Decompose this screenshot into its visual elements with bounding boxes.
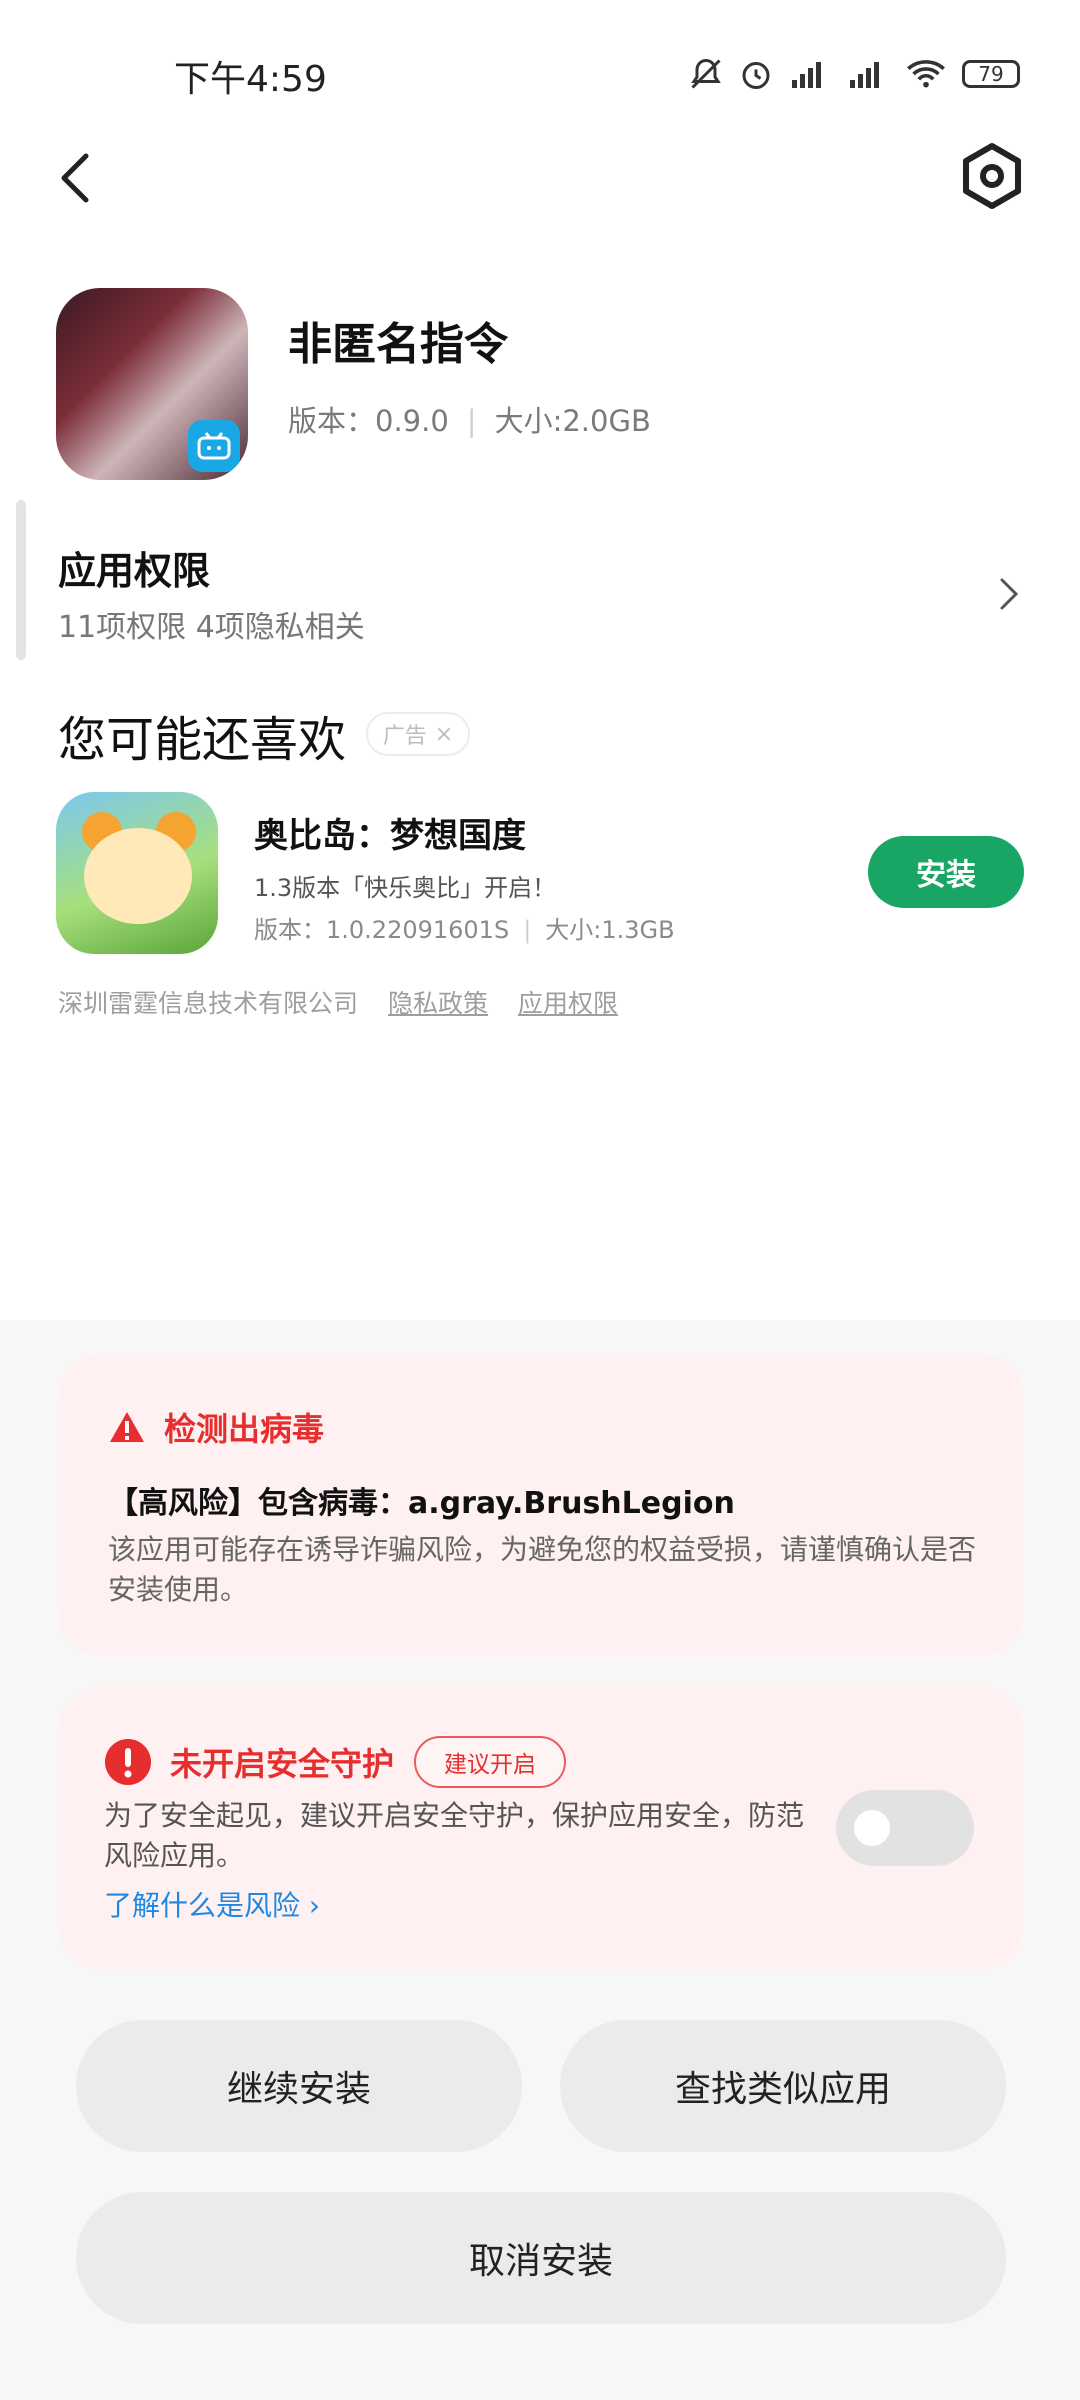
guard-title: 未开启安全守护	[104, 1738, 394, 1786]
settings-hexagon-icon[interactable]	[956, 140, 1028, 212]
warning-triangle-icon	[110, 1412, 144, 1442]
back-icon[interactable]	[52, 148, 100, 208]
app-size: 大小:2.0GB	[494, 404, 651, 438]
meta-divider: |	[523, 916, 532, 944]
guard-title-text: 未开启安全守护	[170, 1745, 395, 1783]
battery-level: 79	[978, 62, 1004, 86]
signal-icon-1	[792, 62, 821, 88]
chevron-right-icon: ›	[308, 1889, 321, 1922]
virus-title: 检测出病毒	[108, 1404, 324, 1450]
learn-risk-text: 了解什么是风险	[104, 1889, 301, 1922]
learn-risk-link[interactable]: 了解什么是风险 ›	[104, 1884, 320, 1924]
ad-tag[interactable]: 广告 ×	[366, 712, 470, 756]
app-name: 非匿名指令	[288, 319, 508, 370]
app-meta: 版本：0.9.0 | 大小:2.0GB	[288, 398, 651, 440]
virus-description: 该应用可能存在诱导诈骗风险，为避免您的权益受损，请谨慎确认是否安装使用。	[108, 1533, 977, 1606]
suggest-enable-tag: 建议开启	[414, 1736, 566, 1788]
recommended-app-desc: 1.3版本「快乐奥比」开启！	[254, 874, 557, 902]
toggle-knob	[854, 1810, 890, 1846]
privacy-policy-link[interactable]: 隐私政策	[388, 984, 488, 1020]
app-version: 版本：0.9.0	[288, 404, 449, 438]
app-icon	[56, 288, 248, 480]
ad-label: 广告	[382, 724, 427, 749]
scroll-indicator	[16, 500, 26, 660]
face-shape	[84, 828, 192, 924]
developer-row: 深圳雷霆信息技术有限公司 隐私政策 应用权限	[58, 984, 618, 1020]
guard-description: 为了安全起见，建议开启安全守护，保护应用安全，防范风险应用。	[104, 1799, 805, 1872]
find-similar-button[interactable]: 查找类似应用	[560, 2020, 1006, 2152]
wifi-icon	[907, 60, 945, 88]
security-guard-toggle[interactable]	[836, 1790, 974, 1866]
recommended-app-version: 版本：1.0.22091601S	[254, 916, 510, 944]
meta-divider: |	[466, 404, 477, 438]
recommended-app-icon[interactable]	[56, 792, 218, 954]
chevron-right-icon[interactable]	[998, 576, 1020, 612]
status-icons: 79	[688, 50, 1020, 98]
battery-icon: 79	[962, 60, 1020, 88]
permissions-title[interactable]: 应用权限	[58, 540, 210, 595]
app-permissions-link[interactable]: 应用权限	[518, 984, 618, 1020]
alarm-icon	[742, 62, 770, 89]
virus-title-text: 检测出病毒	[164, 1410, 325, 1448]
close-icon[interactable]: ×	[435, 722, 453, 747]
developer-name: 深圳雷霆信息技术有限公司	[58, 989, 359, 1018]
bilibili-badge-icon	[188, 420, 240, 472]
install-button[interactable]: 安装	[868, 836, 1024, 908]
recommended-app-meta: 版本：1.0.22091601S | 大小:1.3GB	[254, 910, 675, 945]
signal-icon-2	[850, 62, 879, 88]
continue-install-button[interactable]: 继续安装	[76, 2020, 522, 2152]
status-time: 下午4:59	[174, 59, 327, 100]
permissions-summary[interactable]: 11项权限 4项隐私相关	[58, 602, 365, 646]
mute-bell-icon	[691, 58, 721, 89]
cancel-install-button[interactable]: 取消安装	[76, 2192, 1006, 2324]
virus-name-line: 【高风险】包含病毒：a.gray.BrushLegion	[108, 1486, 735, 1521]
recommend-title: 您可能还喜欢	[58, 712, 347, 768]
recommended-app-size: 大小:1.3GB	[545, 916, 675, 944]
alert-circle-icon	[105, 1739, 151, 1785]
recommended-app-name[interactable]: 奥比岛：梦想国度	[254, 808, 526, 857]
